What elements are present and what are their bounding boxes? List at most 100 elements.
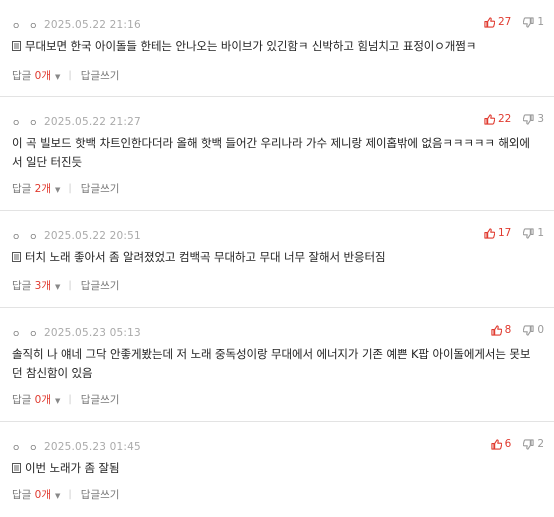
upvote-button[interactable]: 22 xyxy=(484,113,511,125)
upvote-count: 6 xyxy=(504,438,512,450)
comment-meta: ㅇ ㅇ 2025.05.22 21:27 xyxy=(12,114,141,130)
downvote-count: 2 xyxy=(537,438,544,450)
vote-group: 6 2 xyxy=(490,438,544,450)
comment-text: 터치 노래 좋아서 좀 알려졌었고 컴백곡 무대하고 무대 너무 잘해서 반응터… xyxy=(25,250,386,264)
thumbs-down-icon xyxy=(523,227,534,239)
author-name[interactable]: ㅇ ㅇ xyxy=(12,116,44,129)
comment-item: ㅇ ㅇ 2025.05.23 05:13 8 0 솔직히 나 얘네 그닥 안좋게… xyxy=(0,308,554,422)
author-name[interactable]: ㅇ ㅇ xyxy=(12,19,44,32)
downvote-button[interactable]: 0 xyxy=(523,324,544,336)
comment-list: ㅇ ㅇ 2025.05.22 21:16 27 1 무대보면 한국 아이돌들 한… xyxy=(0,0,554,517)
upvote-count: 8 xyxy=(504,324,512,336)
reply-count: 0개 xyxy=(34,488,52,501)
vote-group: 27 1 xyxy=(484,16,544,28)
reply-label: 답글 xyxy=(12,279,32,292)
comment-item: ㅇ ㅇ 2025.05.22 20:51 17 1 터치 노래 좋아서 좀 알려… xyxy=(0,211,554,308)
caret-down-icon: ▼ xyxy=(55,282,61,291)
comment-item: ㅇ ㅇ 2025.05.22 21:27 22 3 이 곡 빌보드 핫백 차트인… xyxy=(0,97,554,211)
write-reply-link[interactable]: 답글쓰기 xyxy=(81,181,120,196)
write-reply-link[interactable]: 답글쓰기 xyxy=(81,278,120,293)
downvote-button[interactable]: 1 xyxy=(523,227,544,239)
reply-count: 0개 xyxy=(34,69,52,82)
thumbs-up-icon xyxy=(484,113,495,125)
thumbs-up-icon xyxy=(484,16,495,28)
comment-item: ㅇ ㅇ 2025.05.23 01:45 6 2 이번 노래가 좀 잘됨 답글 … xyxy=(0,422,554,517)
divider: | xyxy=(68,182,72,194)
thumbs-down-icon xyxy=(523,16,534,28)
reply-count: 3개 xyxy=(34,279,52,292)
upvote-button[interactable]: 27 xyxy=(484,16,511,28)
vote-group: 8 0 xyxy=(490,324,544,336)
downvote-count: 1 xyxy=(537,227,544,239)
comment-body: 솔직히 나 얘네 그닥 안좋게봤는데 저 노래 중독성이랑 무대에서 에너지가 … xyxy=(12,345,540,383)
comment-date: 2025.05.22 21:16 xyxy=(44,19,141,31)
upvote-button[interactable]: 17 xyxy=(484,227,511,239)
upvote-count: 22 xyxy=(497,113,512,125)
comment-date: 2025.05.22 21:27 xyxy=(44,116,141,128)
document-icon xyxy=(12,463,21,473)
comment-actions: 답글 0개 ▼ | 답글쓰기 xyxy=(12,391,119,407)
reply-count: 2개 xyxy=(34,182,52,195)
write-reply-link[interactable]: 답글쓰기 xyxy=(81,392,120,407)
downvote-count: 3 xyxy=(537,113,544,125)
divider: | xyxy=(68,279,72,291)
thumbs-up-icon xyxy=(490,438,502,450)
divider: | xyxy=(68,393,72,405)
comment-meta: ㅇ ㅇ 2025.05.22 20:51 xyxy=(12,228,141,244)
comment-body: 터치 노래 좋아서 좀 알려졌었고 컴백곡 무대하고 무대 너무 잘해서 반응터… xyxy=(12,248,540,267)
comment-meta: ㅇ ㅇ 2025.05.23 01:45 xyxy=(12,439,141,455)
downvote-button[interactable]: 1 xyxy=(523,16,544,28)
upvote-count: 27 xyxy=(497,16,512,28)
thumbs-up-icon xyxy=(490,324,502,336)
downvote-count: 0 xyxy=(537,324,544,336)
document-icon xyxy=(12,252,21,262)
comment-body: 이번 노래가 좀 잘됨 xyxy=(12,459,540,478)
reply-label: 답글 xyxy=(12,182,32,195)
caret-down-icon: ▼ xyxy=(55,185,61,194)
reply-toggle[interactable]: 답글 0개 ▼ xyxy=(12,68,60,83)
comment-item: ㅇ ㅇ 2025.05.22 21:16 27 1 무대보면 한국 아이돌들 한… xyxy=(0,0,554,97)
comment-meta: ㅇ ㅇ 2025.05.23 05:13 xyxy=(12,325,141,341)
upvote-button[interactable]: 6 xyxy=(490,438,512,450)
comment-date: 2025.05.22 20:51 xyxy=(44,230,141,242)
caret-down-icon: ▼ xyxy=(55,72,61,81)
downvote-button[interactable]: 2 xyxy=(523,438,544,450)
comment-date: 2025.05.23 01:45 xyxy=(44,441,141,453)
downvote-button[interactable]: 3 xyxy=(523,113,544,125)
comment-body: 이 곡 빌보드 핫백 차트인한다더라 올해 핫백 들어간 우리나라 가수 제니랑… xyxy=(12,134,540,172)
caret-down-icon: ▼ xyxy=(55,396,61,405)
vote-group: 22 3 xyxy=(484,113,544,125)
divider: | xyxy=(68,488,72,500)
reply-toggle[interactable]: 답글 2개 ▼ xyxy=(12,181,60,196)
comment-text: 솔직히 나 얘네 그닥 안좋게봤는데 저 노래 중독성이랑 무대에서 에너지가 … xyxy=(12,347,531,380)
author-name[interactable]: ㅇ ㅇ xyxy=(12,327,44,340)
comment-body: 무대보면 한국 아이돌들 한테는 안나오는 바이브가 있긴함ㅋ 신박하고 힘넘치… xyxy=(12,37,540,56)
reply-toggle[interactable]: 답글 0개 ▼ xyxy=(12,487,60,502)
thumbs-down-icon xyxy=(523,438,534,450)
reply-toggle[interactable]: 답글 0개 ▼ xyxy=(12,392,60,407)
comment-actions: 답글 0개 ▼ | 답글쓰기 xyxy=(12,486,119,502)
thumbs-down-icon xyxy=(523,324,534,336)
vote-group: 17 1 xyxy=(484,227,544,239)
comment-meta: ㅇ ㅇ 2025.05.22 21:16 xyxy=(12,17,141,33)
upvote-button[interactable]: 8 xyxy=(490,324,512,336)
caret-down-icon: ▼ xyxy=(55,491,61,500)
comment-actions: 답글 2개 ▼ | 답글쓰기 xyxy=(12,180,119,196)
author-name[interactable]: ㅇ ㅇ xyxy=(12,441,44,454)
write-reply-link[interactable]: 답글쓰기 xyxy=(81,68,120,83)
divider: | xyxy=(68,69,72,81)
reply-label: 답글 xyxy=(12,393,32,406)
upvote-count: 17 xyxy=(497,227,512,239)
reply-count: 0개 xyxy=(34,393,52,406)
comment-text: 이 곡 빌보드 핫백 차트인한다더라 올해 핫백 들어간 우리나라 가수 제니랑… xyxy=(12,136,530,169)
thumbs-down-icon xyxy=(523,113,534,125)
downvote-count: 1 xyxy=(537,16,544,28)
comment-date: 2025.05.23 05:13 xyxy=(44,327,141,339)
thumbs-up-icon xyxy=(484,227,495,239)
comment-text: 이번 노래가 좀 잘됨 xyxy=(25,461,120,475)
author-name[interactable]: ㅇ ㅇ xyxy=(12,230,44,243)
reply-label: 답글 xyxy=(12,488,32,501)
reply-toggle[interactable]: 답글 3개 ▼ xyxy=(12,278,60,293)
comment-actions: 답글 0개 ▼ | 답글쓰기 xyxy=(12,67,119,83)
write-reply-link[interactable]: 답글쓰기 xyxy=(81,487,120,502)
